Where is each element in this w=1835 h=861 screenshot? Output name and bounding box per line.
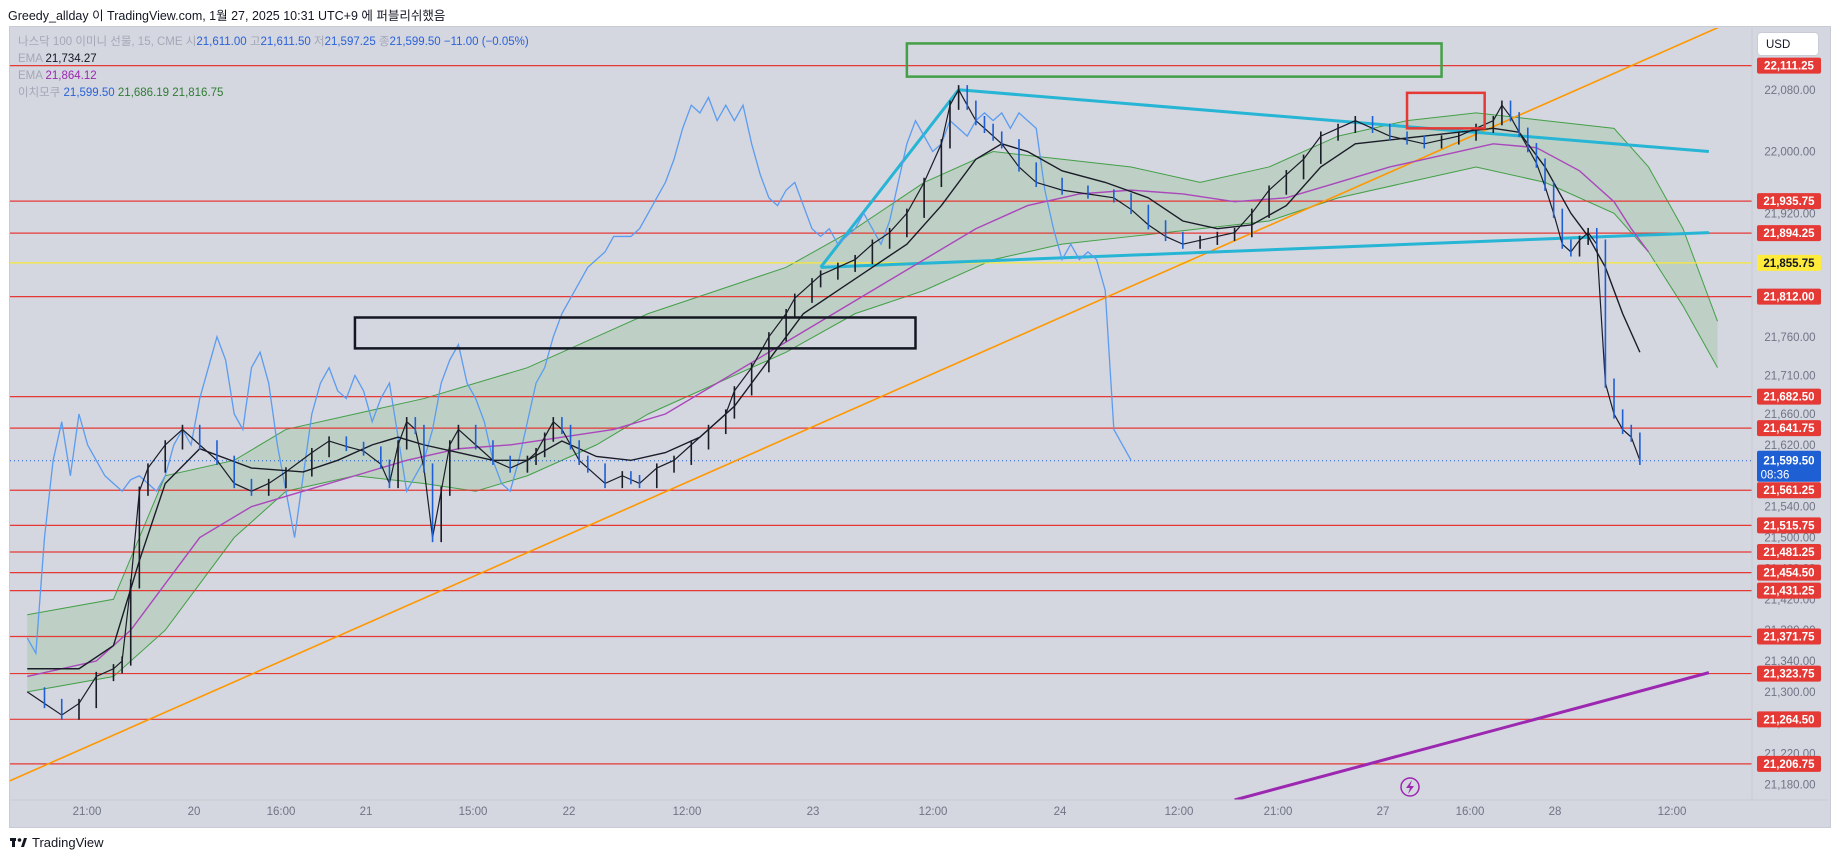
- price-tag-label: 21,641.75: [1763, 423, 1815, 435]
- footer: TradingView: [10, 835, 104, 850]
- price-tag-label: 21,481.25: [1763, 547, 1815, 559]
- ema-fast-row: EMA 21,734.27: [18, 51, 529, 68]
- price-tag: 21,855.75: [1757, 254, 1821, 271]
- ema-slow-row: EMA 21,864.12: [18, 68, 529, 85]
- price-tag: 21,935.75: [1757, 193, 1821, 210]
- close-label: 종: [378, 36, 390, 48]
- high-label: 고: [249, 36, 261, 48]
- x-tick-label: 28: [1549, 806, 1562, 818]
- ichimoku-label: 이치모쿠: [18, 87, 61, 99]
- price-tag-label: 21,682.50: [1763, 392, 1814, 404]
- lightning-icon: [1400, 777, 1420, 797]
- x-tick-label: 15:00: [459, 806, 488, 818]
- ema-fast-line: [27, 127, 1641, 670]
- ema-fast-label: EMA: [18, 53, 43, 65]
- y-tick-label: 21,920.00: [1764, 208, 1815, 220]
- close-value: 21,599.50: [389, 36, 441, 48]
- price-tag: 21,515.75: [1757, 517, 1821, 534]
- ichimoku-value-2: 21,686.19: [117, 87, 170, 99]
- price-tag-label: 21,323.75: [1763, 669, 1815, 681]
- current-price-tag: 21,599.50 08:36: [1757, 450, 1821, 482]
- price-tag: 21,894.25: [1757, 225, 1821, 242]
- price-tag-label: 21,515.75: [1763, 520, 1815, 532]
- x-tick-label: 16:00: [267, 806, 296, 818]
- price-tag-label: 21,894.25: [1763, 228, 1815, 240]
- y-tick-label: 21,620.00: [1764, 440, 1815, 452]
- change-value: −11.00 (−0.05%): [443, 36, 529, 48]
- current-price-label: 21,599.50: [1763, 456, 1814, 468]
- y-tick-label: 21,540.00: [1764, 502, 1815, 514]
- price-tag: 21,641.75: [1757, 420, 1821, 437]
- price-tag-label: 21,371.75: [1763, 632, 1815, 644]
- price-tag: 21,454.50: [1757, 564, 1821, 581]
- lightning-icon-bolt: [1406, 780, 1414, 794]
- y-tick-label: 21,660.00: [1764, 409, 1815, 421]
- open-label: 시: [185, 36, 197, 48]
- box-green: [905, 42, 1443, 78]
- ohlc-row: 나스닥 100 이미니 선물, 15, CME 시21,611.00 고21,6…: [18, 34, 529, 51]
- low-label: 저: [313, 36, 325, 48]
- price-tag: 21,431.25: [1757, 582, 1821, 599]
- ichimoku-value-3: 21,816.75: [172, 87, 224, 99]
- y-tick-label: 21,300.00: [1764, 687, 1815, 699]
- x-tick-label: 12:00: [673, 806, 702, 818]
- y-tick-label: 21,710.00: [1764, 370, 1815, 382]
- price-tag: 21,206.75: [1757, 755, 1821, 772]
- price-tag: 21,682.50: [1757, 388, 1821, 405]
- x-tick-label: 24: [1054, 806, 1067, 818]
- x-tick-label: 20: [188, 806, 201, 818]
- price-tag-label: 21,264.50: [1763, 714, 1814, 726]
- x-tick-label: 12:00: [1658, 806, 1687, 818]
- price-tag-label: 21,935.75: [1763, 196, 1815, 208]
- open-value: 21,611.00: [196, 36, 247, 48]
- price-tag: 21,264.50: [1757, 711, 1821, 728]
- chart-canvas[interactable]: 22,080.00 22,000.00 21,920.00 21,760.00 21,7…: [0, 0, 1835, 861]
- cloud-upper-line: [27, 112, 1718, 616]
- price-tag: 21,371.75: [1757, 628, 1821, 645]
- price-tag: 21,812.00: [1757, 288, 1821, 305]
- y-tick-label: 21,500.00: [1764, 533, 1815, 545]
- symbol-name: 나스닥 100 이미니 선물, 15, CME: [18, 36, 183, 48]
- y-tick-label: 21,180.00: [1764, 780, 1815, 792]
- low-value: 21,597.25: [324, 36, 376, 48]
- x-tick-label: 12:00: [1165, 806, 1194, 818]
- price-tag: 21,561.25: [1757, 482, 1821, 499]
- ema-slow-line: [27, 143, 1650, 678]
- price-tag: 21,323.75: [1757, 665, 1821, 682]
- ema-slow-label: EMA: [18, 70, 43, 82]
- countdown-label: 08:36: [1761, 470, 1790, 482]
- price-tag: 22,111.25: [1757, 57, 1821, 74]
- price-tag-label: 21,431.25: [1763, 586, 1815, 598]
- y-tick-label: 21,760.00: [1764, 332, 1815, 344]
- currency-button[interactable]: USD: [1757, 32, 1819, 56]
- x-tick-label: 23: [807, 806, 820, 818]
- y-tick-label: 22,000.00: [1764, 147, 1815, 159]
- plot-layer: [10, 28, 1752, 800]
- x-tick-label: 12:00: [919, 806, 948, 818]
- chart-legend: 나스닥 100 이미니 선물, 15, CME 시21,611.00 고21,6…: [18, 34, 529, 102]
- x-tick-label: 16:00: [1456, 806, 1485, 818]
- x-tick-label: 21: [360, 806, 373, 818]
- ichimoku-value-1: 21,599.50: [63, 87, 115, 99]
- x-tick-label: 22: [563, 806, 576, 818]
- tradingview-brand: TradingView: [32, 835, 104, 850]
- price-tag-label: 21,454.50: [1763, 568, 1814, 580]
- price-tag: 21,481.25: [1757, 543, 1821, 560]
- price-tag-label: 21,206.75: [1763, 759, 1815, 771]
- tradingview-logo-icon: [10, 837, 27, 847]
- ema-fast-value: 21,734.27: [45, 53, 97, 65]
- ichimoku-row: 이치모쿠 21,599.50 21,686.19 21,816.75: [18, 85, 529, 102]
- price-tag-label: 22,111.25: [1764, 61, 1814, 73]
- x-tick-label: 21:00: [1264, 806, 1293, 818]
- price-tag-label: 21,561.25: [1763, 485, 1815, 497]
- high-value: 21,611.50: [260, 36, 311, 48]
- trendline-purple-4: [1234, 671, 1710, 800]
- x-tick-label: 21:00: [73, 806, 102, 818]
- price-tag-label: 21,812.00: [1763, 292, 1814, 304]
- y-tick-label: 22,080.00: [1764, 85, 1815, 97]
- price-tag-label: 21,855.75: [1763, 258, 1815, 270]
- x-tick-label: 27: [1377, 806, 1390, 818]
- ema-slow-value: 21,864.12: [45, 70, 97, 82]
